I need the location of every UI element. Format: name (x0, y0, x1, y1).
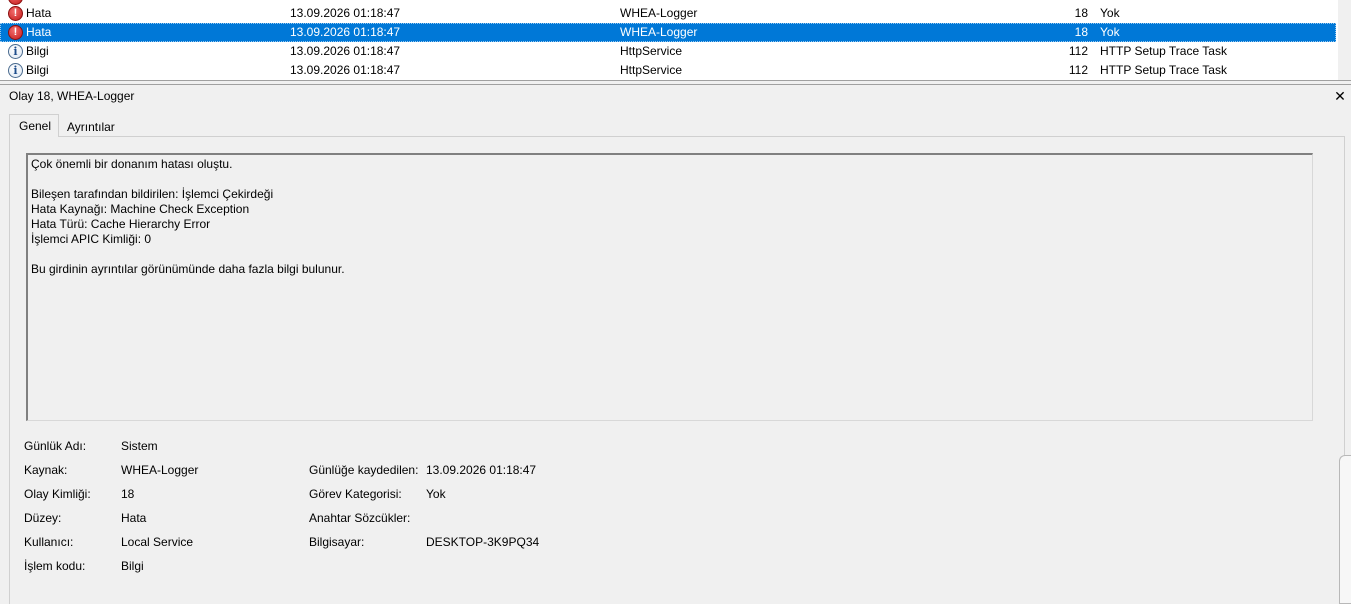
event-row[interactable]: i Bilgi 13.09.2026 01:18:47 HttpService … (0, 61, 1336, 80)
event-list-scrollbar[interactable] (1338, 0, 1351, 80)
details-header: Olay 18, WHEA-Logger ✕ (0, 85, 1351, 107)
event-id: 18 (1074, 6, 1088, 20)
event-description[interactable]: Çok önemli bir donanım hatası oluştu. Bi… (26, 153, 1313, 421)
tab-general[interactable]: Genel (9, 114, 59, 137)
event-task-category: Yok (1100, 6, 1120, 20)
description-line: Hata Türü: Cache Hierarchy Error (31, 217, 211, 231)
source-value: WHEA-Logger (121, 463, 199, 477)
source-label: Kaynak: (24, 463, 68, 477)
description-line: Bileşen tarafından bildirilen: İşlemci Ç… (31, 187, 274, 201)
level-value: Hata (121, 511, 147, 525)
event-row-selected[interactable]: ! Hata 13.09.2026 01:18:47 WHEA-Logger 1… (0, 23, 1336, 42)
log-name-label: Günlük Adı: (24, 439, 87, 453)
opcode-label: İşlem kodu: (24, 559, 86, 573)
info-icon: i (8, 44, 23, 59)
description-line: Hata Kaynağı: Machine Check Exception (31, 202, 250, 216)
details-title: Olay 18, WHEA-Logger (9, 89, 135, 103)
error-icon: ! (8, 6, 23, 21)
logged-label: Günlüğe kaydedilen: (309, 463, 419, 477)
log-name-value: Sistem (121, 439, 158, 453)
event-task-category: HTTP Setup Trace Task (1100, 63, 1227, 77)
event-source: WHEA-Logger (620, 6, 698, 20)
task-category-label: Görev Kategorisi: (309, 487, 402, 501)
event-date: 13.09.2026 01:18:47 (290, 63, 401, 77)
event-row[interactable]: ! Hata 13.09.2026 01:18:47 WHEA-Logger 1… (0, 4, 1336, 23)
event-level: Bilgi (26, 63, 49, 77)
event-id-value: 18 (121, 487, 135, 501)
description-line: Çok önemli bir donanım hatası oluştu. (31, 157, 233, 171)
keywords-label: Anahtar Sözcükler: (309, 511, 411, 525)
computer-value: DESKTOP-3K9PQ34 (426, 535, 540, 549)
event-date: 13.09.2026 01:18:47 (290, 44, 401, 58)
info-icon: i (8, 63, 23, 78)
event-date: 13.09.2026 01:18:47 (290, 6, 401, 20)
event-id: 18 (1074, 25, 1088, 39)
event-id-label: Olay Kimliği: (24, 487, 91, 501)
event-list[interactable]: ! ! Hata 13.09.2026 01:18:47 WHEA-Logger… (0, 0, 1338, 80)
event-task-category: HTTP Setup Trace Task (1100, 44, 1227, 58)
event-id: 112 (1068, 44, 1088, 58)
event-id: 112 (1068, 63, 1088, 77)
computer-label: Bilgisayar: (309, 535, 365, 549)
level-label: Düzey: (24, 511, 62, 525)
event-source: HttpService (620, 44, 683, 58)
event-level: Hata (26, 6, 52, 20)
event-date: 13.09.2026 01:18:47 (290, 25, 401, 39)
event-level: Hata (26, 25, 52, 39)
details-scrollbar[interactable] (1339, 455, 1351, 604)
description-line: Bu girdinin ayrıntılar görünümünde daha … (31, 262, 345, 276)
event-row[interactable]: i Bilgi 13.09.2026 01:18:47 HttpService … (0, 42, 1336, 61)
error-icon: ! (8, 25, 23, 40)
logged-value: 13.09.2026 01:18:47 (426, 463, 537, 477)
event-source: WHEA-Logger (620, 25, 698, 39)
close-icon[interactable]: ✕ (1334, 85, 1346, 107)
event-source: HttpService (620, 63, 683, 77)
user-value: Local Service (121, 535, 194, 549)
description-line: İşlemci APIC Kimliği: 0 (31, 232, 152, 246)
opcode-value: Bilgi (121, 559, 144, 573)
tab-details[interactable]: Ayrıntılar (61, 117, 115, 137)
event-task-category: Yok (1100, 25, 1120, 39)
task-category-value: Yok (426, 487, 446, 501)
user-label: Kullanıcı: (24, 535, 74, 549)
event-level: Bilgi (26, 44, 49, 58)
